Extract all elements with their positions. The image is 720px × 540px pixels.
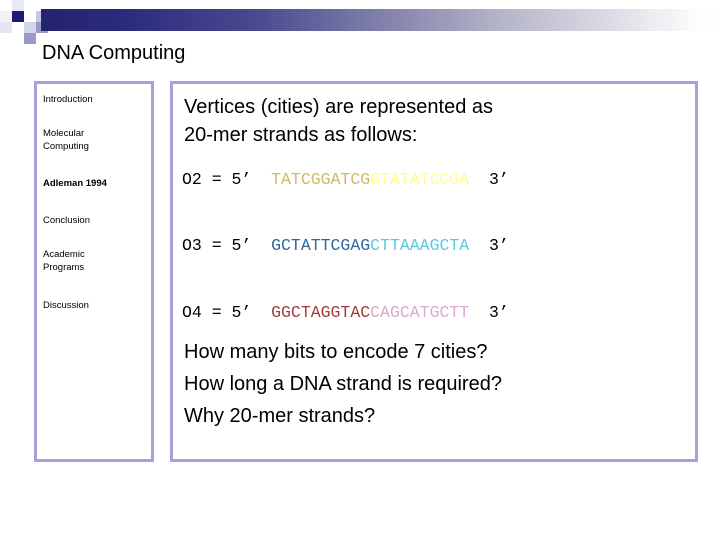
mosaic-square <box>12 11 24 22</box>
sequence-first-half: TATCGGATCG <box>271 170 371 189</box>
content-heading-line: Vertices (cities) are represented as <box>184 96 494 118</box>
content-panel: Vertices (cities) are represented as 20-m… <box>170 81 698 462</box>
sequence-second-half: CAGCATGCTT <box>370 303 470 322</box>
sidebar-item-adleman-1994[interactable]: Adleman 1994 <box>43 177 107 190</box>
question-line: Why 20-mer strands? <box>184 405 376 427</box>
sidebar-item-molecular-computing[interactable]: Molecular Computing <box>43 127 89 153</box>
sequence-suffix: 3’ <box>469 236 509 255</box>
dna-sequence-row: O4 = 5’ GGCTAGGTACCAGCATGCTT 3’ <box>182 303 509 322</box>
mosaic-square <box>24 0 36 11</box>
mosaic-square <box>24 11 36 22</box>
sequence-first-half: GGCTAGGTAC <box>271 303 371 322</box>
mosaic-square <box>24 22 36 33</box>
page-title: DNA Computing <box>42 42 186 64</box>
sidebar-item-introduction[interactable]: Introduction <box>43 93 93 106</box>
sidebar-item-academic-programs[interactable]: Academic Programs <box>43 248 85 274</box>
sequence-label: O3 = 5’ <box>182 236 272 255</box>
question-line: How long a DNA strand is required? <box>184 373 502 395</box>
content-heading-line: 20-mer strands as follows: <box>184 124 418 146</box>
mosaic-square <box>0 11 12 22</box>
mosaic-square <box>12 0 24 11</box>
mosaic-square <box>24 33 36 44</box>
sequence-suffix: 3’ <box>469 303 509 322</box>
sequence-second-half: GTATATCCGA <box>370 170 470 189</box>
question-line: How many bits to encode 7 cities? <box>184 341 488 363</box>
slide-banner <box>0 0 720 46</box>
gradient-bar <box>41 9 720 31</box>
sequence-suffix: 3’ <box>469 170 509 189</box>
dna-sequence-row: O3 = 5’ GCTATTCGAGCTTAAAGCTA 3’ <box>182 236 509 255</box>
sequence-label: O4 = 5’ <box>182 303 272 322</box>
sequence-first-half: GCTATTCGAG <box>271 236 371 255</box>
sidebar-item-discussion[interactable]: Discussion <box>43 299 89 312</box>
dna-sequence-row: O2 = 5’ TATCGGATCGGTATATCCGA 3’ <box>182 170 509 189</box>
sequence-label: O2 = 5’ <box>182 170 272 189</box>
mosaic-square <box>0 22 12 33</box>
mosaic-square <box>12 22 24 33</box>
sidebar-item-conclusion[interactable]: Conclusion <box>43 214 90 227</box>
sidebar-nav: Introduction Molecular Computing Adleman 1… <box>34 81 154 462</box>
sequence-second-half: CTTAAAGCTA <box>370 236 470 255</box>
